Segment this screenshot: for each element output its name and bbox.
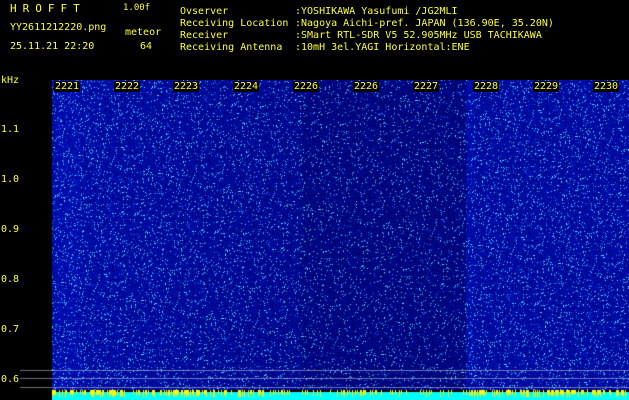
location-row: Receiving Location :Nagoya Aichi-pref. JA… bbox=[180, 18, 554, 30]
y-tick: 0.8 bbox=[1, 274, 20, 285]
time-tick: 2227 bbox=[413, 81, 440, 92]
observer-key: Ovserver bbox=[180, 6, 229, 17]
datetime-label: 25.11.21 22:20 bbox=[10, 41, 95, 52]
spectrogram bbox=[20, 80, 629, 400]
location-value: :Nagoya Aichi-pref. JAPAN (136.90E, 35.2… bbox=[295, 18, 554, 29]
time-tick: 2223 bbox=[173, 81, 200, 92]
y-tick: 1.1 bbox=[1, 124, 20, 135]
time-tick: 2229 bbox=[533, 81, 560, 92]
meteor-label: meteor bbox=[125, 27, 162, 38]
location-key: Receiving Location bbox=[180, 18, 289, 29]
time-tick: 2226 bbox=[293, 81, 320, 92]
observer-value: :YOSHIKAWA Yasufumi /JG2MLI bbox=[295, 6, 458, 17]
version-label: 1.00f bbox=[123, 3, 151, 13]
time-tick: 2228 bbox=[473, 81, 500, 92]
time-tick: 2230 bbox=[593, 81, 620, 92]
filename-label: YY2611212220.png bbox=[10, 22, 107, 33]
y-tick: 1.0 bbox=[1, 174, 20, 185]
y-tick: 0.9 bbox=[1, 224, 20, 235]
frequency-unit-label: kHz bbox=[1, 75, 20, 86]
app-title: HROFFT bbox=[10, 2, 86, 15]
antenna-value: :10mH 3el.YAGI Horizontal:ENE bbox=[295, 42, 470, 53]
time-tick: 2221 bbox=[54, 81, 81, 92]
y-tick: 0.7 bbox=[1, 324, 20, 335]
y-tick: 0.6 bbox=[1, 374, 20, 385]
antenna-row: Receiving Antenna :10mH 3el.YAGI Horizont… bbox=[180, 42, 470, 54]
antenna-key: Receiving Antenna bbox=[180, 42, 283, 53]
receiver-row: Receiver :SMart RTL-SDR V5 52.905MHz USB … bbox=[180, 30, 542, 42]
time-tick: 2226 bbox=[353, 81, 380, 92]
meteor-count: 64 bbox=[140, 41, 153, 52]
time-tick: 2222 bbox=[114, 81, 141, 92]
time-tick: 2224 bbox=[233, 81, 260, 92]
receiver-key: Receiver bbox=[180, 30, 229, 41]
receiver-value: :SMart RTL-SDR V5 52.905MHz USB TACHIKAW… bbox=[295, 30, 542, 41]
observer-row: Ovserver :YOSHIKAWA Yasufumi /JG2MLI bbox=[180, 6, 458, 18]
